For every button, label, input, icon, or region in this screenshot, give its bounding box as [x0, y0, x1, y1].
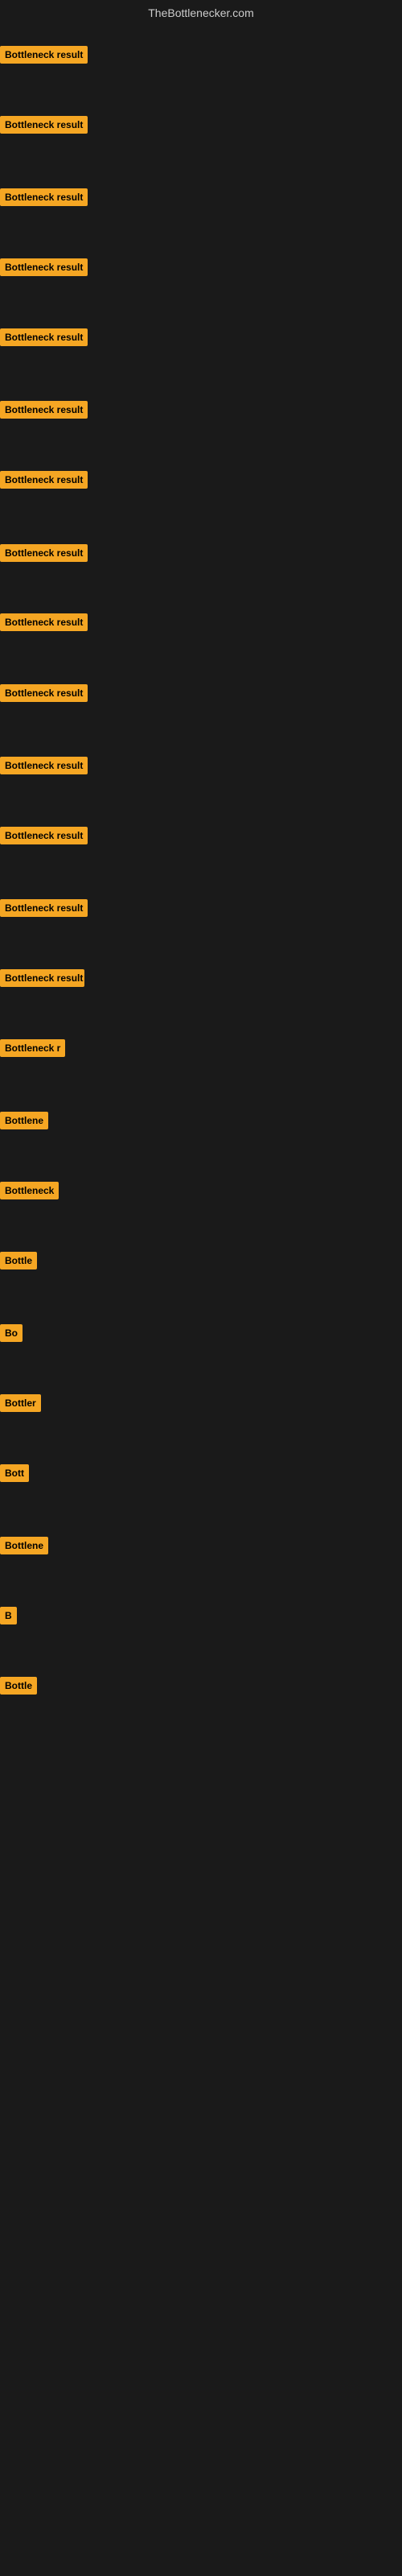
bottleneck-result-badge[interactable]: Bottleneck result: [0, 827, 88, 844]
bottleneck-result-badge[interactable]: Bo: [0, 1324, 23, 1342]
bottleneck-result-badge[interactable]: Bottleneck result: [0, 401, 88, 419]
bottleneck-result-badge[interactable]: Bottleneck result: [0, 116, 88, 134]
bottleneck-result-badge[interactable]: Bottleneck result: [0, 188, 88, 206]
bottleneck-result-badge[interactable]: Bottleneck result: [0, 544, 88, 562]
bottleneck-result-badge[interactable]: Bottleneck result: [0, 684, 88, 702]
bottleneck-result-badge[interactable]: Bottleneck result: [0, 757, 88, 774]
bottleneck-result-badge[interactable]: Bott: [0, 1464, 29, 1482]
bottleneck-result-badge[interactable]: B: [0, 1607, 17, 1624]
bottleneck-result-badge[interactable]: Bottleneck r: [0, 1039, 65, 1057]
bottleneck-result-badge[interactable]: Bottler: [0, 1394, 41, 1412]
bottleneck-result-badge[interactable]: Bottleneck result: [0, 328, 88, 346]
bottleneck-result-badge[interactable]: Bottleneck result: [0, 258, 88, 276]
bottleneck-result-badge[interactable]: Bottleneck result: [0, 899, 88, 917]
bottleneck-result-badge[interactable]: Bottleneck: [0, 1182, 59, 1199]
bottleneck-result-badge[interactable]: Bottleneck result: [0, 613, 88, 631]
bottleneck-result-badge[interactable]: Bottleneck result: [0, 471, 88, 489]
bottleneck-result-badge[interactable]: Bottleneck result: [0, 969, 84, 987]
bottleneck-result-badge[interactable]: Bottleneck result: [0, 46, 88, 64]
bottleneck-result-badge[interactable]: Bottle: [0, 1252, 37, 1269]
bottleneck-result-badge[interactable]: Bottlene: [0, 1112, 48, 1129]
bottleneck-result-badge[interactable]: Bottle: [0, 1677, 37, 1695]
site-title: TheBottlenecker.com: [148, 6, 254, 19]
bottleneck-result-badge[interactable]: Bottlene: [0, 1537, 48, 1554]
